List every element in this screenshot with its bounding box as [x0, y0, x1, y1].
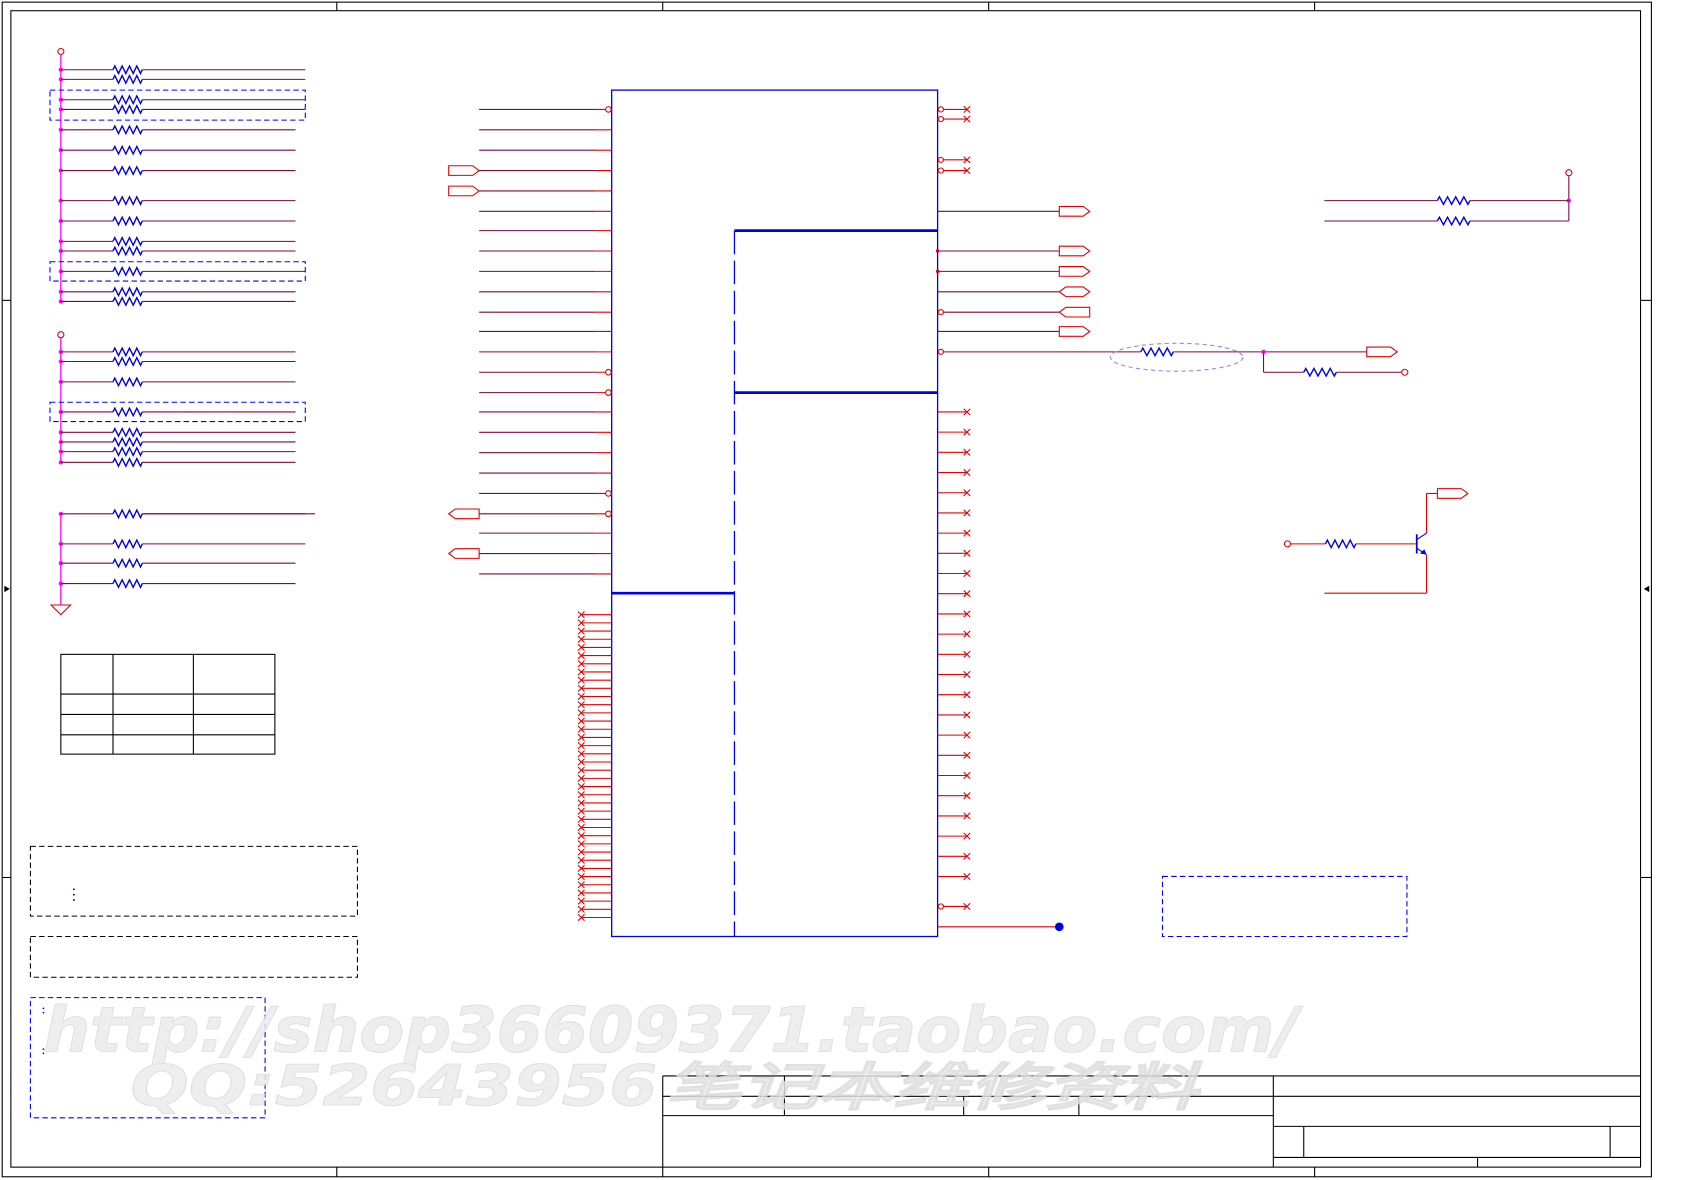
resistor	[112, 286, 143, 298]
resistor	[112, 456, 143, 468]
off-page-connector	[1058, 266, 1091, 277]
resistor	[112, 436, 143, 448]
resistor	[112, 538, 143, 550]
resistor	[112, 346, 143, 358]
note-ellipsis-dot	[72, 899, 75, 901]
watermark: http://shop36609371.taobao.com/ QQ:52643…	[43, 993, 1304, 1119]
ic-body	[611, 89, 939, 938]
note-box	[29, 845, 358, 917]
highlight-ellipse	[1109, 342, 1244, 372]
note-ellipsis-dot	[72, 893, 75, 896]
off-page-connector	[1058, 306, 1091, 318]
resistor	[112, 376, 143, 388]
pin-inversion-bubble	[605, 490, 612, 497]
pin-inversion-bubble	[937, 156, 945, 163]
resistor	[1324, 538, 1357, 550]
note-box-blue	[1161, 875, 1408, 938]
off-page-connector	[1058, 205, 1091, 217]
resistor	[112, 557, 143, 569]
power-rail-terminal	[1565, 169, 1573, 177]
input-terminal	[1283, 540, 1292, 548]
resistor	[112, 195, 143, 206]
pin-inversion-bubble	[937, 903, 945, 910]
pin-inversion-bubble	[937, 115, 945, 123]
zone-arrow	[4, 585, 10, 593]
note-ellipsis-dot	[72, 888, 75, 891]
off-page-connector	[448, 185, 481, 197]
pin-marker	[935, 249, 940, 253]
resistor	[112, 356, 143, 367]
resistor	[112, 245, 143, 257]
pin-inversion-bubble	[605, 389, 612, 396]
resistor	[112, 266, 143, 277]
resistor	[112, 236, 143, 247]
power-terminal	[1401, 368, 1409, 376]
resistor-option-box	[49, 89, 306, 121]
off-page-connector	[447, 508, 480, 520]
off-page-connector	[447, 548, 480, 559]
pin-inversion-bubble	[937, 106, 945, 113]
resistor	[112, 144, 143, 156]
pin-inversion-bubble	[605, 368, 612, 376]
npn-transistor	[1415, 532, 1427, 556]
resistor	[1303, 367, 1337, 378]
resistor	[1436, 215, 1471, 227]
config-table	[60, 653, 276, 755]
resistor	[112, 446, 143, 457]
resistor	[112, 74, 143, 85]
power-rail-terminal	[57, 47, 65, 56]
pin-inversion-bubble	[937, 167, 945, 174]
resistor	[112, 426, 143, 438]
net-terminal-dot	[1054, 922, 1064, 932]
ground-symbol	[49, 604, 72, 616]
resistor	[112, 406, 143, 418]
resistor	[112, 508, 143, 520]
transistor-emitter-arrow	[1419, 549, 1427, 555]
watermark-qq: QQ:52643956	[130, 1054, 657, 1119]
resistor	[112, 578, 143, 589]
schematic-sheet: http://shop36609371.taobao.com/ QQ:52643…	[1, 1, 1652, 1178]
off-page-connector	[1436, 488, 1469, 499]
pin-inversion-bubble	[605, 106, 612, 113]
off-page-connector	[1366, 346, 1399, 358]
power-rail-terminal	[57, 331, 65, 339]
resistor	[112, 64, 143, 76]
zone-arrow	[1643, 585, 1650, 593]
off-page-connector	[1058, 286, 1091, 298]
pin-inversion-bubble	[605, 510, 612, 518]
pin-inversion-bubble	[937, 309, 945, 316]
resistor	[112, 94, 143, 106]
off-page-connector	[448, 165, 481, 176]
resistor	[112, 165, 143, 176]
resistor	[1140, 346, 1174, 358]
resistor	[112, 296, 143, 307]
note-box	[29, 935, 358, 978]
resistor	[112, 215, 143, 227]
watermark-cn: 笔记本维修资料	[665, 1058, 1204, 1118]
off-page-connector	[1058, 245, 1091, 257]
off-page-connector	[1058, 326, 1091, 337]
resistor	[112, 124, 143, 136]
resistor	[112, 104, 143, 115]
transistor-collector	[1416, 532, 1427, 541]
pin-inversion-bubble	[937, 348, 945, 355]
pin-marker	[935, 269, 940, 274]
resistor	[1436, 195, 1471, 206]
